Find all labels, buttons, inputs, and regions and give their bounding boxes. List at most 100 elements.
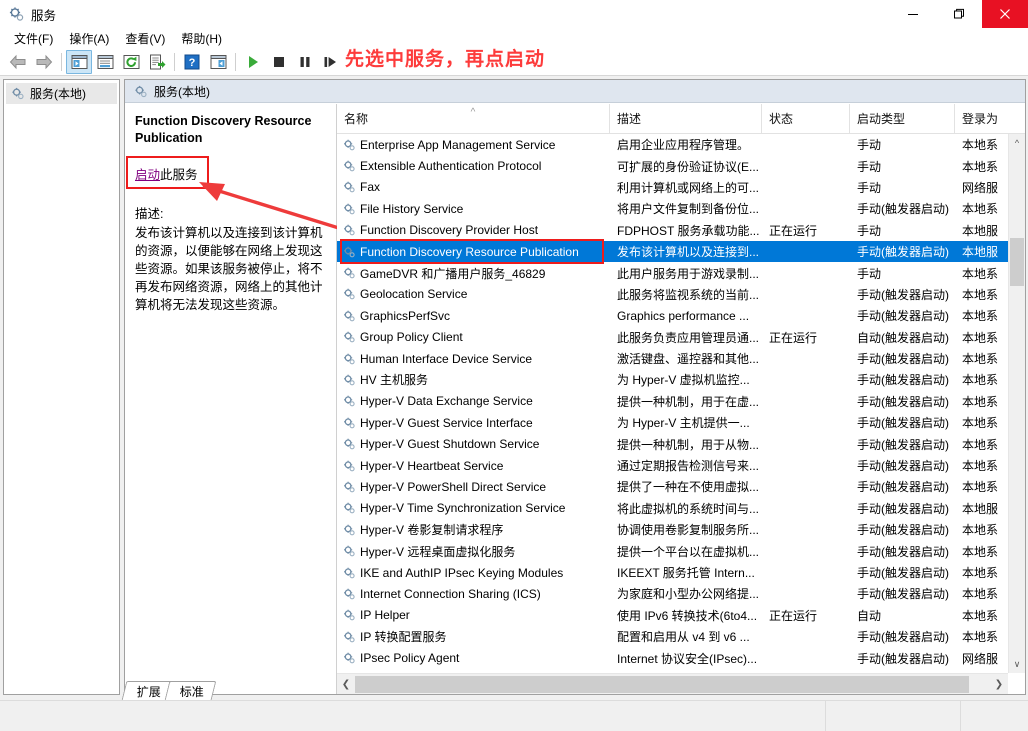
- table-row[interactable]: IKE and AuthIP IPsec Keying ModulesIKEEX…: [337, 562, 1008, 583]
- table-row[interactable]: GraphicsPerfSvcGraphics performance ...手…: [337, 305, 1008, 326]
- cell-service-name: Hyper-V 远程桌面虚拟化服务: [337, 543, 610, 560]
- cell-logon-as: 本地系: [955, 585, 1008, 602]
- table-row[interactable]: Hyper-V Guest Shutdown Service提供一种机制，用于从…: [337, 433, 1008, 454]
- table-row[interactable]: Group Policy Client此服务负责应用管理员通...正在运行自动(…: [337, 327, 1008, 348]
- column-header-logon-as[interactable]: 登录为: [955, 104, 1025, 133]
- cell-service-name: Hyper-V 卷影复制请求程序: [337, 521, 610, 538]
- table-row[interactable]: Function Discovery Provider HostFDPHOST …: [337, 220, 1008, 241]
- table-row[interactable]: Human Interface Device Service激活键盘、遥控器和其…: [337, 348, 1008, 369]
- services-rows: Enterprise App Management Service启用企业应用程…: [337, 134, 1008, 673]
- menu-help[interactable]: 帮助(H): [173, 28, 230, 49]
- column-header-startup-type[interactable]: 启动类型: [850, 104, 955, 133]
- table-row[interactable]: Hyper-V PowerShell Direct Service提供了一种在不…: [337, 476, 1008, 497]
- back-icon[interactable]: [5, 50, 31, 74]
- maximize-icon[interactable]: [936, 0, 982, 28]
- tree-item-label: 服务(本地): [30, 85, 86, 102]
- properties-icon[interactable]: [92, 50, 118, 74]
- cell-logon-as: 网络服: [955, 179, 1008, 196]
- services-gear-icon: [342, 180, 356, 194]
- tree-item-services-local[interactable]: 服务(本地): [6, 83, 117, 104]
- services-gear-icon: [342, 587, 356, 601]
- services-gear-icon: [342, 352, 356, 366]
- cell-logon-as: 本地系: [955, 200, 1008, 217]
- close-icon[interactable]: [982, 0, 1028, 28]
- vertical-scroll-thumb[interactable]: [1010, 238, 1024, 286]
- column-header-status[interactable]: 状态: [762, 104, 850, 133]
- table-row[interactable]: Function Discovery Resource Publication发…: [337, 241, 1008, 262]
- services-gear-icon: [342, 373, 356, 387]
- sort-ascending-icon: ^: [471, 107, 476, 118]
- cell-startup-type: 手动(触发器启动): [850, 436, 955, 453]
- show-hide-tree-icon[interactable]: [66, 50, 92, 74]
- show-action-pane-icon[interactable]: [205, 50, 231, 74]
- table-row[interactable]: Hyper-V Time Synchronization Service将此虚拟…: [337, 498, 1008, 519]
- menu-file[interactable]: 文件(F): [6, 28, 61, 49]
- menu-view[interactable]: 查看(V): [117, 28, 173, 49]
- scroll-down-icon[interactable]: ∨: [1009, 656, 1025, 673]
- cell-description: 发布该计算机以及连接到...: [610, 243, 762, 260]
- console-pane: 服务(本地) Function Discovery Resource Publi…: [124, 79, 1026, 695]
- forward-icon[interactable]: [31, 50, 57, 74]
- table-row[interactable]: Hyper-V Heartbeat Service通过定期报告检测信号来...手…: [337, 455, 1008, 476]
- cell-description: 配置和启用从 v4 到 v6 ...: [610, 628, 762, 645]
- help-icon[interactable]: ?: [179, 50, 205, 74]
- table-row[interactable]: Hyper-V Guest Service Interface为 Hyper-V…: [337, 412, 1008, 433]
- pause-service-icon[interactable]: [292, 50, 318, 74]
- service-name-label: IPsec Policy Agent: [360, 651, 459, 665]
- scroll-right-icon[interactable]: ❯: [990, 679, 1008, 690]
- export-list-icon[interactable]: [144, 50, 170, 74]
- table-row[interactable]: Hyper-V Data Exchange Service提供一种机制，用于在虚…: [337, 391, 1008, 412]
- stop-service-icon[interactable]: [266, 50, 292, 74]
- list-horizontal-scrollbar[interactable]: ❮ ❯: [337, 673, 1008, 694]
- horizontal-scroll-thumb[interactable]: [355, 676, 969, 693]
- scroll-left-icon[interactable]: ❮: [337, 679, 355, 690]
- start-service-icon[interactable]: [240, 50, 266, 74]
- column-header-description[interactable]: 描述: [610, 104, 762, 133]
- cell-startup-type: 自动: [850, 607, 955, 624]
- list-vertical-scrollbar[interactable]: ^ ∨: [1008, 134, 1025, 673]
- cell-startup-type: 手动(触发器启动): [850, 585, 955, 602]
- table-row[interactable]: Internet Connection Sharing (ICS)为家庭和小型办…: [337, 583, 1008, 604]
- cell-logon-as: 本地系: [955, 158, 1008, 175]
- table-row[interactable]: IP 转换配置服务配置和启用从 v4 到 v6 ...手动(触发器启动)本地系: [337, 626, 1008, 647]
- cell-description: 提供一种机制，用于从物...: [610, 436, 762, 453]
- minimize-icon[interactable]: [890, 0, 936, 28]
- start-service-link[interactable]: 启动此服务: [135, 164, 198, 183]
- service-name-label: Enterprise App Management Service: [360, 138, 555, 152]
- table-row[interactable]: Extensible Authentication Protocol可扩展的身份…: [337, 155, 1008, 176]
- horizontal-scroll-track[interactable]: [355, 676, 990, 693]
- table-row[interactable]: Fax利用计算机或网络上的可...手动网络服: [337, 177, 1008, 198]
- restart-service-icon[interactable]: [318, 50, 344, 74]
- scroll-up-icon[interactable]: ^: [1009, 134, 1025, 151]
- cell-description: 激活键盘、遥控器和其他...: [610, 350, 762, 367]
- service-name-label: GraphicsPerfSvc: [360, 309, 450, 323]
- refresh-icon[interactable]: [118, 50, 144, 74]
- cell-description: 此服务负责应用管理员通...: [610, 329, 762, 346]
- cell-startup-type: 手动(触发器启动): [850, 500, 955, 517]
- table-row[interactable]: Enterprise App Management Service启用企业应用程…: [337, 134, 1008, 155]
- service-name-label: Hyper-V 远程桌面虚拟化服务: [360, 543, 515, 560]
- table-row[interactable]: Geolocation Service此服务将监视系统的当前...手动(触发器启…: [337, 284, 1008, 305]
- statusbar: [0, 700, 1028, 731]
- table-row[interactable]: IPsec Policy AgentInternet 协议安全(IPsec)..…: [337, 647, 1008, 668]
- cell-startup-type: 手动(触发器启动): [850, 414, 955, 431]
- table-row[interactable]: GameDVR 和广播用户服务_46829此用户服务用于游戏录制...手动本地系: [337, 262, 1008, 283]
- table-row[interactable]: Hyper-V 卷影复制请求程序协调使用卷影复制服务所...手动(触发器启动)本…: [337, 519, 1008, 540]
- service-name-label: IKE and AuthIP IPsec Keying Modules: [360, 566, 563, 580]
- service-name-label: Hyper-V Data Exchange Service: [360, 394, 533, 408]
- menu-action[interactable]: 操作(A): [61, 28, 117, 49]
- table-row[interactable]: File History Service将用户文件复制到备份位...手动(触发器…: [337, 198, 1008, 219]
- tab-standard[interactable]: 标准: [165, 681, 217, 700]
- cell-description: 将此虚拟机的系统时间与...: [610, 500, 762, 517]
- column-header-name[interactable]: 名称 ^: [337, 104, 610, 133]
- console-pane-header: 服务(本地): [125, 80, 1025, 103]
- window-titlebar[interactable]: 服务: [0, 0, 1028, 28]
- table-row[interactable]: Hyper-V 远程桌面虚拟化服务提供一个平台以在虚拟机...手动(触发器启动)…: [337, 540, 1008, 561]
- cell-service-name: Internet Connection Sharing (ICS): [337, 587, 610, 601]
- cell-startup-type: 手动(触发器启动): [850, 650, 955, 667]
- table-row[interactable]: IP Helper使用 IPv6 转换技术(6to4...正在运行自动本地系: [337, 605, 1008, 626]
- table-row[interactable]: HV 主机服务为 Hyper-V 虚拟机监控...手动(触发器启动)本地系: [337, 369, 1008, 390]
- cell-logon-as: 本地系: [955, 136, 1008, 153]
- service-name-label: Hyper-V PowerShell Direct Service: [360, 480, 546, 494]
- console-header-label: 服务(本地): [154, 83, 210, 100]
